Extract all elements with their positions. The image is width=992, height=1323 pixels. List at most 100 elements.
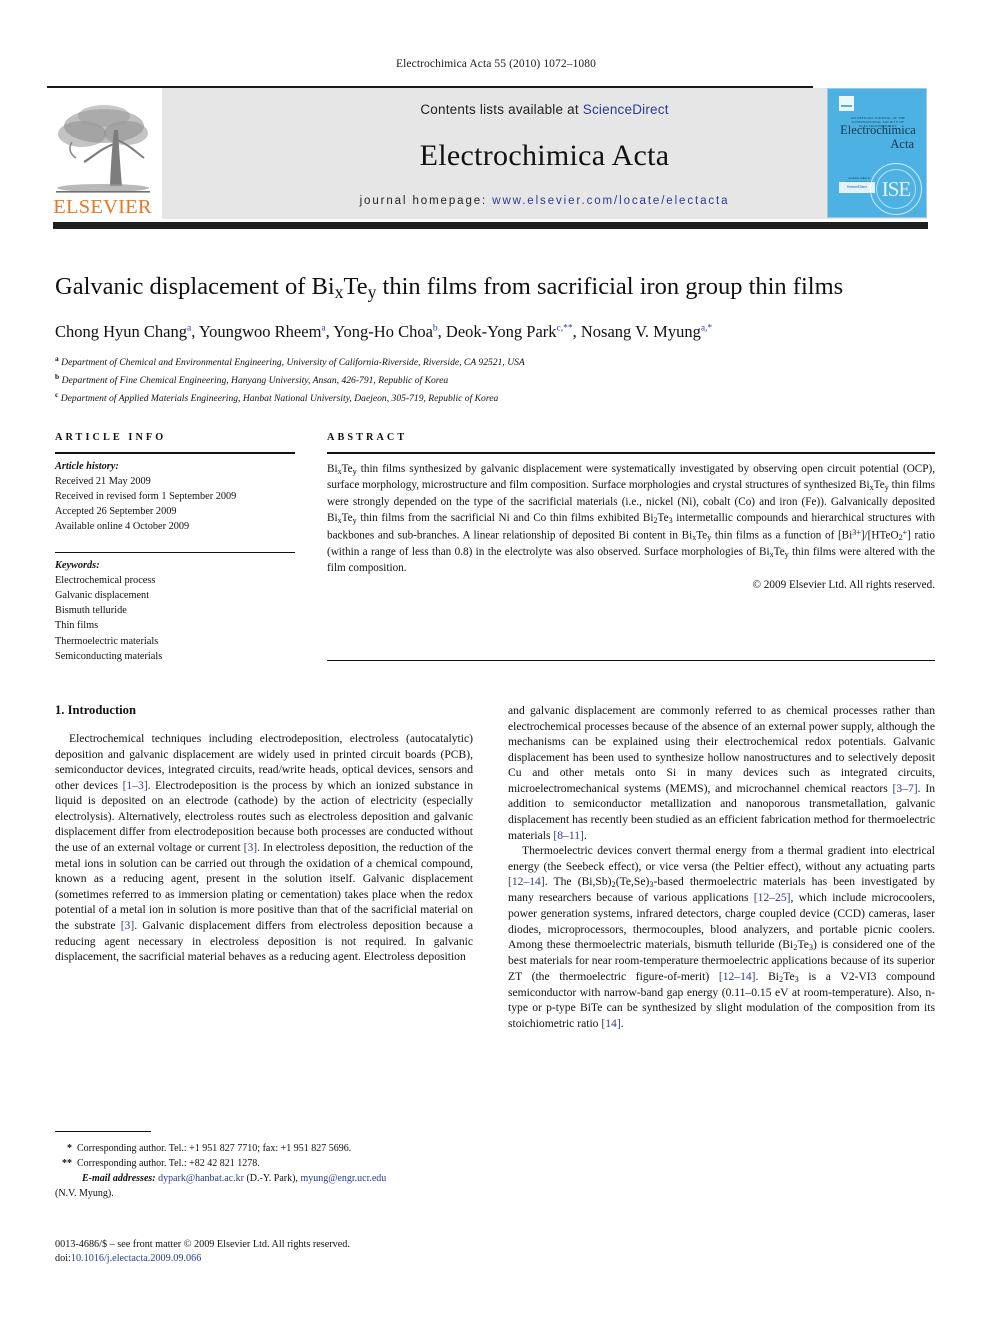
- title-part-1: Galvanic displacement of Bi: [55, 273, 335, 300]
- history-item: Received 21 May 2009: [55, 475, 151, 487]
- footnote-block: * Corresponding author. Tel.: +1 951 827 …: [55, 1141, 475, 1201]
- doi-line: doi:10.1016/j.electacta.2009.09.066: [55, 1252, 485, 1266]
- footnote-email-line: E-mail addresses: dypark@hanbat.ac.kr (D…: [55, 1171, 475, 1186]
- journal-title: Electrochimica Acta: [419, 139, 670, 172]
- author-affil-mark: a: [187, 323, 192, 334]
- body-column-right: and galvanic displacement are commonly r…: [508, 703, 935, 1032]
- affiliation-item: b Department of Fine Chemical Engineerin…: [55, 371, 940, 389]
- footnote-mark: **: [62, 1158, 72, 1169]
- masthead-dark-bar: [53, 222, 928, 229]
- affiliation-text: Department of Fine Chemical Engineering,…: [61, 374, 449, 386]
- affiliation-mark: c: [55, 389, 59, 399]
- keyword-item: Thin films: [55, 620, 99, 632]
- abstract-text: BixTey thin films synthesized by galvani…: [327, 462, 935, 575]
- paragraph: Thermoelectric devices convert thermal e…: [508, 844, 935, 1031]
- citation-ref[interactable]: [1–3]: [123, 779, 148, 792]
- footnote-mark: *: [67, 1143, 72, 1154]
- article-info-label: ARTICLE INFO: [55, 432, 167, 443]
- elsevier-wordmark: ELSEVIER: [53, 195, 152, 218]
- author-name[interactable]: Yong-Ho Choa: [333, 322, 433, 341]
- title-part-3: thin films from sacrificial iron group t…: [376, 273, 844, 300]
- email-link-myung[interactable]: myung@engr.ucr.edu: [300, 1173, 386, 1184]
- cover-elsevier-icon: [839, 96, 854, 111]
- affiliation-mark: a: [55, 354, 59, 363]
- footnote-text: Corresponding author. Tel.: +82 42 821 1…: [77, 1158, 260, 1169]
- title-part-2: Te: [343, 273, 368, 300]
- elsevier-tree-icon: [53, 99, 152, 196]
- citation-ref[interactable]: [12–14]: [719, 970, 756, 983]
- issn-line: 0013-4686/$ – see front matter © 2009 El…: [55, 1239, 350, 1250]
- author-affil-mark: c,**: [556, 323, 573, 334]
- keywords-heading: Keywords:: [55, 560, 100, 572]
- author-name[interactable]: Nosang V. Myung: [581, 322, 701, 341]
- affiliation-list: a Department of Chemical and Environment…: [55, 353, 940, 406]
- doi-link[interactable]: 10.1016/j.electacta.2009.09.066: [71, 1253, 201, 1264]
- footnote-item: ** Corresponding author. Tel.: +82 42 821…: [55, 1156, 475, 1171]
- author-name[interactable]: Youngwoo Rheem: [199, 322, 322, 341]
- journal-homepage-link[interactable]: www.elsevier.com/locate/electacta: [492, 195, 729, 207]
- keyword-item: Galvanic displacement: [55, 590, 150, 602]
- ise-seal-icon: ISE: [870, 163, 922, 215]
- journal-cover-thumbnail: AN OFFICIAL JOURNAL OF THE INTERNATIONAL…: [827, 88, 927, 218]
- author-affil-mark: b: [432, 323, 438, 334]
- citation-ref[interactable]: [3–7]: [893, 782, 918, 795]
- citation-ref[interactable]: [12–14]: [508, 875, 545, 888]
- history-item: Accepted 26 September 2009: [55, 505, 177, 517]
- keywords-block: Keywords: Electrochemical process Galvan…: [55, 553, 295, 663]
- abstract-copyright: © 2009 Elsevier Ltd. All rights reserved…: [752, 578, 936, 591]
- article-info-column: ARTICLE INFO Article history: Received 2…: [55, 432, 295, 664]
- paragraph: and galvanic displacement are commonly r…: [508, 704, 935, 842]
- cover-journal-title: Electrochimica Acta: [836, 123, 920, 152]
- affiliation-text: Department of Chemical and Environmental…: [61, 357, 525, 369]
- history-item: Received in revised form 1 September 200…: [55, 490, 237, 502]
- affiliation-item: c Department of Applied Materials Engine…: [55, 389, 940, 407]
- affiliation-mark: b: [55, 371, 60, 381]
- running-head: Electrochimica Acta 55 (2010) 1072–1080: [396, 58, 596, 70]
- masthead-banner: Contents lists available at ScienceDirec…: [162, 88, 927, 219]
- author-affil-mark: a,*: [700, 323, 713, 334]
- footnote-item: * Corresponding author. Tel.: +1 951 827 …: [55, 1141, 475, 1156]
- author-name[interactable]: Chong Hyun Chang: [55, 322, 187, 341]
- page-title: Galvanic displacement of BixTey thin fil…: [55, 272, 935, 303]
- ise-monogram: ISE: [881, 176, 911, 201]
- keyword-item: Thermoelectric materials: [55, 635, 159, 647]
- journal-homepage-line: journal homepage: www.elsevier.com/locat…: [360, 195, 730, 207]
- citation-ref[interactable]: [3]: [121, 919, 135, 932]
- keyword-item: Bismuth telluride: [55, 605, 127, 617]
- imprint-block: 0013-4686/$ – see front matter © 2009 El…: [55, 1238, 485, 1267]
- contents-available-line: Contents lists available at ScienceDirec…: [420, 102, 668, 117]
- footnote-text: Corresponding author. Tel.: +1 951 827 7…: [77, 1143, 352, 1154]
- journal-article-page: Electrochimica Acta 55 (2010) 1072–1080: [0, 0, 992, 1323]
- citation-ref[interactable]: [14]: [601, 1017, 620, 1030]
- email-link-park[interactable]: dypark@hanbat.ac.kr: [158, 1173, 244, 1184]
- sciencedirect-link[interactable]: ScienceDirect: [583, 102, 669, 117]
- email-owner-park: (D.-Y. Park),: [246, 1173, 298, 1184]
- keyword-item: Semiconducting materials: [55, 650, 163, 662]
- affiliation-item: a Department of Chemical and Environment…: [55, 353, 940, 371]
- article-history-heading: Article history:: [55, 460, 119, 472]
- abstract-column: ABSTRACT BixTey thin films synthesized b…: [327, 432, 935, 591]
- body-column-left: 1. Introduction Electrochemical techniqu…: [55, 703, 473, 965]
- affiliation-text: Department of Applied Materials Engineer…: [60, 392, 499, 404]
- doi-prefix: doi:: [55, 1253, 71, 1265]
- citation-ref[interactable]: [12–25]: [754, 891, 791, 904]
- section-heading-introduction: 1. Introduction: [55, 703, 136, 717]
- footnote-separator-rule: [55, 1131, 151, 1133]
- author-affil-mark: a: [321, 323, 326, 334]
- citation-ref[interactable]: [3]: [244, 841, 258, 854]
- citation-ref[interactable]: [8–11]: [553, 829, 583, 842]
- author-name[interactable]: Deok-Yong Park: [446, 322, 557, 341]
- history-item: Available online 4 October 2009: [55, 520, 190, 532]
- contents-prefix: Contents lists available at: [420, 102, 583, 117]
- author-list: Chong Hyun Changa, Youngwoo Rheema, Yong…: [55, 322, 713, 341]
- homepage-prefix: journal homepage:: [359, 195, 493, 207]
- paragraph: Electrochemical techniques including ele…: [55, 732, 474, 964]
- cover-title-line1: Electrochimica: [840, 123, 916, 137]
- article-history-block: Article history: Received 21 May 2009 Re…: [55, 454, 295, 534]
- cover-title-line2: Acta: [890, 137, 914, 152]
- abstract-rule-bottom: [327, 660, 935, 662]
- journal-masthead: ELSEVIER Contents lists available at Sci…: [47, 88, 927, 219]
- abstract-label: ABSTRACT: [327, 432, 408, 443]
- email-label: E-mail addresses:: [82, 1173, 156, 1184]
- footnote-email-owner-line: (N.V. Myung).: [55, 1188, 114, 1199]
